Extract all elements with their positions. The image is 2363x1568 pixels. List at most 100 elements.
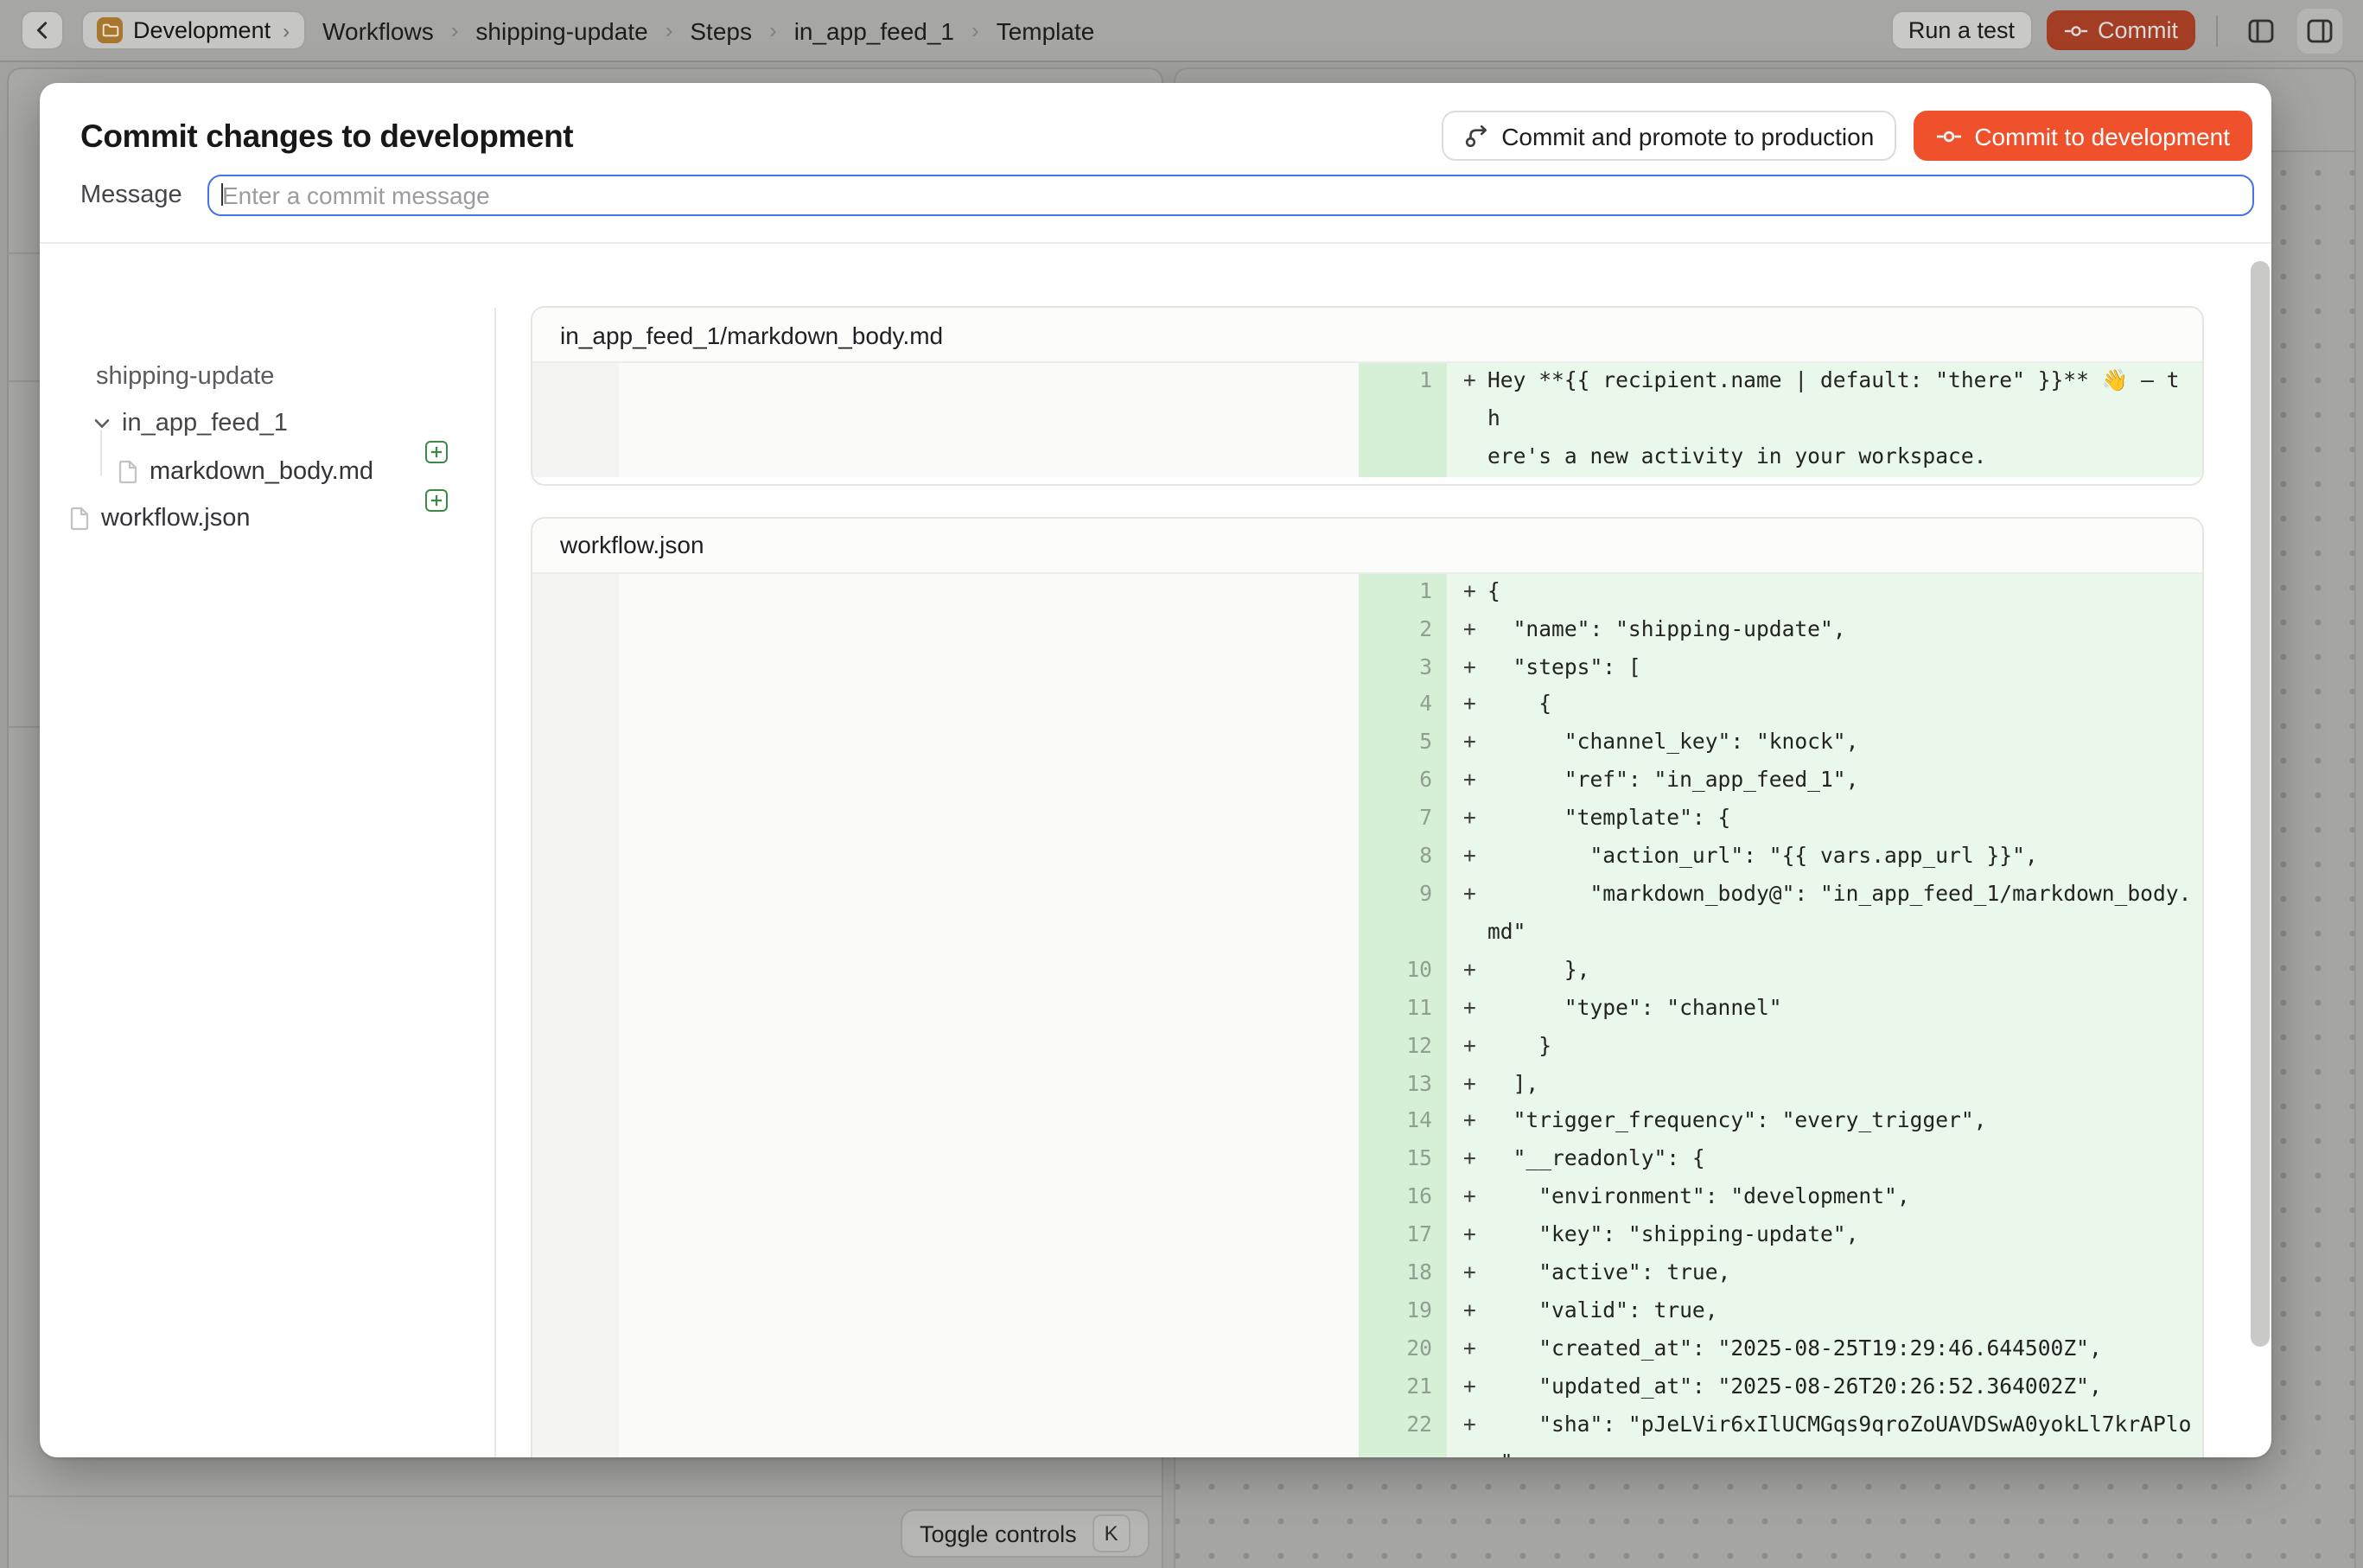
- old-line-gutter: [532, 1217, 618, 1255]
- diff-code-text: Hey **{{ recipient.name | default: "ther…: [1487, 363, 2202, 476]
- new-line-number: 12: [1358, 1028, 1446, 1066]
- text-cursor: [220, 182, 222, 205]
- diff-file-name: workflow.json: [532, 518, 2202, 573]
- diff-code-text: "updated_at": "2025-08-26T20:26:52.36400…: [1487, 1369, 2202, 1407]
- new-line-number: 17: [1358, 1217, 1446, 1255]
- new-line-content: + "type": "channel": [1446, 990, 2202, 1028]
- app-root: Development › Workflows › shipping-update ›…: [0, 0, 2363, 1568]
- old-line-content: [618, 1217, 1358, 1255]
- breadcrumb-separator: ›: [971, 17, 979, 43]
- new-line-content: + "valid": true,: [1446, 1293, 2202, 1331]
- tree-indent-line: [100, 430, 102, 475]
- diff-add-sign: +: [1446, 1142, 1487, 1180]
- old-line-content: [618, 1293, 1358, 1331]
- message-label: Message: [80, 181, 207, 208]
- tree-file-label: workflow.json: [101, 505, 250, 532]
- old-line-content: [618, 649, 1358, 687]
- diff-add-sign: +: [1446, 876, 1487, 915]
- old-line-gutter: [532, 1028, 618, 1066]
- added-file-badge[interactable]: [425, 488, 448, 511]
- breadcrumb-items: Workflows›shipping-update›Steps›in_app_f…: [322, 16, 1094, 44]
- new-line-content: + "created_at": "2025-08-25T19:29:46.644…: [1446, 1331, 2202, 1369]
- commit-and-promote-button[interactable]: Commit and promote to production: [1441, 111, 1896, 161]
- dialog-scrollbar-thumb[interactable]: [2251, 261, 2270, 1347]
- old-line-content: [618, 1406, 1358, 1456]
- new-line-content: + "name": "shipping-update",: [1446, 611, 2202, 649]
- diff-code-text: "ref": "in_app_feed_1",: [1487, 763, 2202, 801]
- new-line-number: 21: [1358, 1369, 1446, 1407]
- commit-button[interactable]: Commit: [2046, 10, 2195, 50]
- toggle-left-panel-button[interactable]: [2239, 8, 2283, 53]
- new-line-content: + "environment": "development",: [1446, 1179, 2202, 1217]
- tree-folder-item[interactable]: in_app_feed_1: [92, 405, 288, 443]
- diff-code-text: "created_at": "2025-08-25T19:29:46.64450…: [1487, 1331, 2202, 1369]
- toolbar-divider: [2216, 15, 2218, 46]
- new-line-number: 1: [1358, 363, 1446, 476]
- old-line-gutter: [532, 953, 618, 991]
- new-line-content: +{: [1446, 573, 2202, 611]
- diff-file-name: in_app_feed_1/markdown_body.md: [532, 308, 2202, 363]
- diff-line-row: 7+ "template": {: [532, 800, 2202, 838]
- new-line-number: 19: [1358, 1293, 1446, 1331]
- commit-icon: [1936, 127, 1962, 144]
- diff-line-row: 19+ "valid": true,: [532, 1293, 2202, 1331]
- old-line-gutter: [532, 763, 618, 801]
- diff-add-sign: +: [1446, 1028, 1487, 1066]
- diff-code-text: "template": {: [1487, 800, 2202, 838]
- breadcrumb-item[interactable]: in_app_feed_1: [794, 16, 954, 44]
- breadcrumb-item[interactable]: Template: [997, 16, 1095, 44]
- diff-line-row: 17+ "key": "shipping-update",: [532, 1217, 2202, 1255]
- added-file-badge[interactable]: [425, 441, 448, 463]
- diff-panel: in_app_feed_1/markdown_body.md1+Hey **{{…: [531, 306, 2204, 485]
- breadcrumb-item[interactable]: Steps: [690, 16, 752, 44]
- diff-panel: workflow.json1+{2+ "name": "shipping-upd…: [531, 516, 2204, 1456]
- toggle-right-panel-button[interactable]: [2297, 8, 2342, 53]
- new-line-number: 6: [1358, 763, 1446, 801]
- tree-file-item[interactable]: markdown_body.md: [117, 452, 373, 490]
- breadcrumb: Development › Workflows › shipping-update ›…: [21, 10, 1094, 50]
- new-line-content: + "channel_key": "knock",: [1446, 725, 2202, 763]
- diff-add-sign: +: [1446, 611, 1487, 649]
- diff-line-row: 16+ "environment": "development",: [532, 1179, 2202, 1217]
- diff-code-text: "action_url": "{{ vars.app_url }}",: [1487, 838, 2202, 876]
- old-line-gutter: [532, 611, 618, 649]
- diff-line-row: 15+ "__readonly": {: [532, 1142, 2202, 1180]
- diff-code-text: "type": "channel": [1487, 990, 2202, 1028]
- chevron-down-icon: [92, 415, 110, 432]
- old-line-gutter: [532, 1406, 618, 1456]
- breadcrumb-item[interactable]: shipping-update: [475, 16, 647, 44]
- diff-code-text: ],: [1487, 1066, 2202, 1104]
- promote-icon: [1463, 123, 1489, 149]
- toggle-controls-label: Toggle controls: [920, 1520, 1077, 1546]
- message-row: Message: [80, 174, 2254, 215]
- diff-line-row: 4+ {: [532, 687, 2202, 725]
- breadcrumb-item[interactable]: Workflows: [322, 16, 434, 44]
- commit-label: Commit: [2098, 17, 2178, 43]
- old-line-content: [618, 1369, 1358, 1407]
- back-button[interactable]: [21, 10, 64, 50]
- environment-switcher[interactable]: Development ›: [81, 10, 305, 50]
- diff-line-row: 22+ "sha": "pJeLVir6xIlUCMGqs9qroZoUAVDS…: [532, 1406, 2202, 1456]
- diff-line-row: 14+ "trigger_frequency": "every_trigger"…: [532, 1104, 2202, 1142]
- diff-code-text: {: [1487, 573, 2202, 611]
- old-line-gutter: [532, 1293, 618, 1331]
- new-line-number: 14: [1358, 1104, 1446, 1142]
- run-test-button[interactable]: Run a test: [1891, 10, 2032, 50]
- new-line-content: + "updated_at": "2025-08-26T20:26:52.364…: [1446, 1369, 2202, 1407]
- commit-to-development-button[interactable]: Commit to development: [1914, 111, 2252, 161]
- old-line-gutter: [532, 1331, 618, 1369]
- toggle-controls-button[interactable]: Toggle controls K: [901, 1509, 1150, 1558]
- tree-file-item[interactable]: workflow.json: [68, 500, 250, 538]
- diff-line-row: 20+ "created_at": "2025-08-25T19:29:46.6…: [532, 1331, 2202, 1369]
- old-line-gutter: [532, 725, 618, 763]
- top-bar: Development › Workflows › shipping-update ›…: [0, 0, 2363, 62]
- diff-line-row: 1+Hey **{{ recipient.name | default: "th…: [532, 363, 2202, 476]
- old-line-content: [618, 1179, 1358, 1217]
- diff-line-row: 6+ "ref": "in_app_feed_1",: [532, 763, 2202, 801]
- panel-right-icon: [2306, 16, 2334, 44]
- commit-message-input[interactable]: [207, 174, 2254, 215]
- old-line-content: [618, 1104, 1358, 1142]
- new-line-content: + "action_url": "{{ vars.app_url }}",: [1446, 838, 2202, 876]
- breadcrumb-separator: ›: [769, 17, 777, 43]
- new-line-content: + "trigger_frequency": "every_trigger",: [1446, 1104, 2202, 1142]
